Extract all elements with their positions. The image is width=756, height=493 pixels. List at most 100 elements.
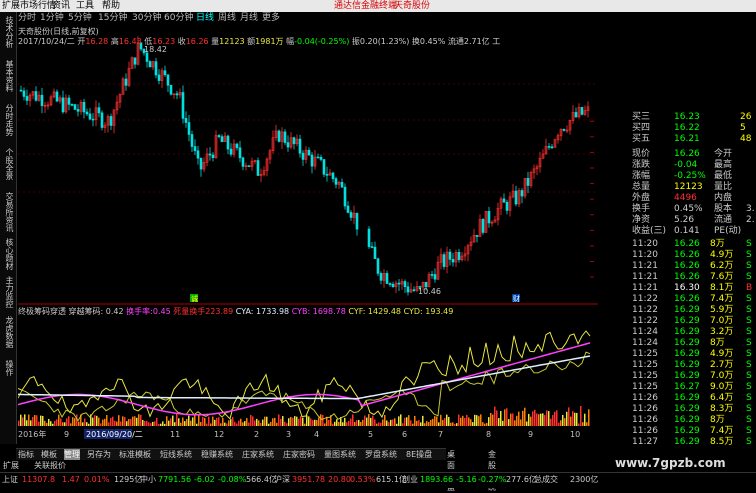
candle-body bbox=[76, 109, 80, 112]
time-tick: 2 bbox=[254, 430, 259, 439]
left-tab-7[interactable]: 龙虎数据 bbox=[2, 316, 14, 348]
sub-tabs: 扩展 关联报价 bbox=[0, 460, 120, 471]
ind-bar bbox=[78, 421, 80, 426]
bottom-tab[interactable]: 8E操盘 bbox=[406, 449, 432, 460]
ind-bar bbox=[48, 418, 50, 426]
ind-bar bbox=[488, 417, 490, 426]
ind-bar bbox=[198, 414, 200, 426]
ind-bar bbox=[386, 420, 388, 426]
indicator-sub: 穿越筹码: 0.42 bbox=[68, 307, 124, 316]
ind-bar bbox=[288, 418, 290, 426]
app-title: 通达信金融终端 bbox=[334, 1, 398, 11]
bottom-tab[interactable]: 指标 bbox=[18, 449, 34, 460]
period-tab-4[interactable]: 30分钟 bbox=[132, 12, 161, 24]
candle-body bbox=[316, 156, 320, 159]
info-change: -0.04(-0.25%) bbox=[294, 37, 350, 46]
ind-bar bbox=[236, 423, 238, 426]
candle-body bbox=[367, 228, 371, 247]
left-tab-2[interactable]: 分时走势 bbox=[2, 104, 14, 136]
sub-tab-related[interactable]: 关联报价 bbox=[34, 460, 66, 471]
ind-bar bbox=[334, 421, 336, 426]
candle-body bbox=[226, 135, 230, 150]
candle-body bbox=[520, 190, 524, 197]
period-tab-more[interactable]: 更多 bbox=[262, 12, 280, 24]
ind-bar bbox=[486, 422, 488, 426]
period-tab-0[interactable]: 分时 bbox=[18, 12, 36, 24]
tick-row: 11:24 16.29 8万 S bbox=[632, 338, 752, 348]
bottom-tab[interactable]: 另存为 bbox=[87, 449, 111, 460]
candle-body bbox=[145, 52, 149, 62]
ind-bar bbox=[514, 420, 516, 426]
ind-bar bbox=[392, 419, 394, 426]
left-tab-6[interactable]: 主力监控 bbox=[2, 276, 14, 308]
ind-bar bbox=[206, 423, 208, 426]
ind-bar bbox=[376, 423, 378, 426]
ind-bar bbox=[358, 419, 360, 426]
ind-bar bbox=[568, 407, 570, 426]
bottom-tab[interactable]: 标准模板 bbox=[119, 449, 151, 460]
ind-bar bbox=[318, 417, 320, 426]
menu-market[interactable]: 扩展市场行情 bbox=[2, 0, 56, 12]
ind-bar bbox=[502, 420, 504, 426]
candle-body bbox=[163, 70, 167, 76]
period-tab-3[interactable]: 15分钟 bbox=[98, 12, 127, 24]
candle-body bbox=[286, 142, 290, 148]
candle-body bbox=[256, 160, 260, 176]
ind-bar bbox=[306, 415, 308, 426]
period-tab-5[interactable]: 60分钟 bbox=[164, 12, 193, 24]
ind-bar bbox=[398, 416, 400, 426]
left-tab-4[interactable]: 交易所资讯 bbox=[2, 192, 14, 232]
candle-body bbox=[391, 284, 395, 288]
bottom-tab[interactable]: 管理 bbox=[64, 449, 80, 460]
period-tab-1[interactable]: 1分钟 bbox=[40, 12, 64, 24]
left-tab-1[interactable]: 基本资料 bbox=[2, 60, 14, 92]
left-tab-0[interactable]: 技术分析 bbox=[2, 16, 14, 48]
tick-row: 11:25 16.29 2.7万 S bbox=[632, 360, 752, 370]
sub-tab-expand[interactable]: 扩展 bbox=[3, 460, 19, 471]
period-tab-daily[interactable]: 日线 bbox=[196, 12, 214, 24]
ask-row: 买五 16.21 48 bbox=[632, 134, 752, 144]
bottom-tab[interactable]: 量图系统 bbox=[324, 449, 356, 460]
stock-title: 天奇股份 bbox=[394, 1, 431, 11]
ind-bar bbox=[468, 417, 470, 426]
period-tab-2[interactable]: 5分钟 bbox=[68, 12, 92, 24]
menu-tools[interactable]: 工具 bbox=[76, 0, 94, 12]
bottom-tab[interactable]: 罗盘系统 bbox=[365, 449, 397, 460]
left-tab-8[interactable]: 操作 bbox=[2, 360, 14, 376]
period-tab-8[interactable]: 月线 bbox=[240, 12, 258, 24]
kline-chart[interactable]: 18.42 10.46 诚 财 16.0015.5015.0014.5014.0… bbox=[18, 24, 598, 439]
ind-bar bbox=[164, 423, 166, 426]
ind-bar bbox=[378, 422, 380, 426]
info-amplitude: 0.20(1.23%) bbox=[359, 37, 410, 46]
ind-bar bbox=[410, 420, 412, 426]
ind-bar bbox=[402, 423, 404, 426]
bottom-tab[interactable]: 庄家系统 bbox=[242, 449, 274, 460]
menu-news[interactable]: 资讯 bbox=[52, 0, 70, 12]
tick-row: 11:24 16.29 3.2万 S bbox=[632, 327, 752, 337]
ind-bar bbox=[396, 423, 398, 426]
candle-body bbox=[40, 94, 44, 106]
ind-bar bbox=[212, 416, 214, 426]
candle-body bbox=[331, 172, 335, 179]
bottom-tab[interactable]: 模板 bbox=[41, 449, 57, 460]
left-tab-5[interactable]: 核心题材 bbox=[2, 238, 14, 270]
menu-help[interactable]: 帮助 bbox=[102, 0, 120, 12]
left-tab-3[interactable]: 个股全景 bbox=[2, 148, 14, 180]
candle-body bbox=[388, 283, 392, 285]
candle-body bbox=[379, 273, 383, 281]
ind-bar bbox=[32, 417, 34, 426]
ind-bar bbox=[182, 417, 184, 426]
ind-bar bbox=[308, 416, 310, 426]
bottom-tab[interactable]: 庄家密码 bbox=[283, 449, 315, 460]
bottom-tab[interactable]: 短线系统 bbox=[160, 449, 192, 460]
ind-bar bbox=[266, 416, 268, 426]
candle-body bbox=[346, 205, 350, 213]
period-tab-7[interactable]: 周线 bbox=[218, 12, 236, 24]
ind-bar bbox=[42, 415, 44, 426]
bottom-tab[interactable]: 稳赚系统 bbox=[201, 449, 233, 460]
ind-bar bbox=[520, 419, 522, 426]
ind-bar bbox=[34, 415, 36, 426]
ind-bar bbox=[114, 420, 116, 426]
candle-body bbox=[73, 104, 77, 110]
ind-bar bbox=[252, 416, 254, 426]
